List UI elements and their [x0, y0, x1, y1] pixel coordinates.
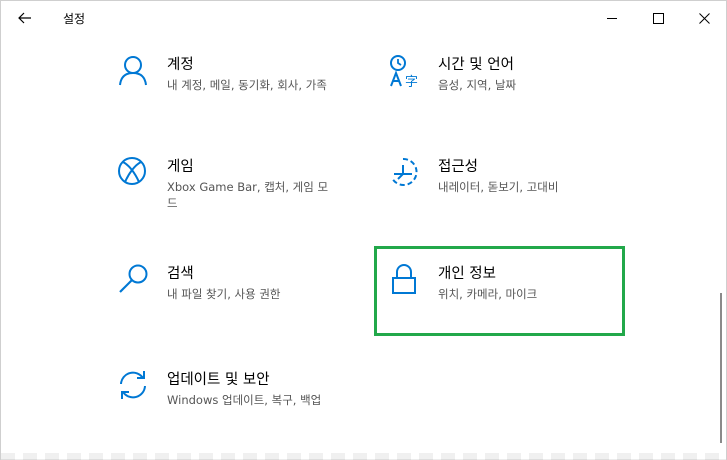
time-language-icon: 字 [390, 55, 418, 90]
tile-title: 게임 [167, 159, 194, 175]
tile-description: Xbox Game Bar, 캡처, 게임 모드 [167, 180, 329, 210]
tile-description: 내 계정, 메일, 동기화, 회사, 가족 [167, 78, 327, 92]
back-button[interactable] [5, 1, 45, 35]
close-icon [698, 12, 710, 24]
person-icon [119, 56, 147, 86]
svg-text:字: 字 [405, 75, 418, 90]
search-icon [119, 264, 148, 293]
settings-window: 설정 계정 내 계정, 메일, 동기화, 회사, 가족 字 시간 및 언어 음성… [0, 0, 727, 460]
ease-of-access-icon [391, 157, 418, 186]
sync-icon [120, 371, 146, 399]
scrollbar-thumb[interactable] [720, 293, 722, 443]
settings-tile-ease-of-access[interactable]: 접근성 내레이터, 돋보기, 고대비 [388, 156, 648, 236]
maximize-button[interactable] [635, 1, 681, 35]
settings-tile-search[interactable]: 검색 내 파일 찾기, 사용 권한 [117, 263, 377, 343]
tile-title: 업데이트 및 보안 [167, 372, 270, 388]
minimize-icon [606, 17, 617, 19]
maximize-icon [652, 12, 664, 24]
tile-title: 계정 [167, 57, 194, 73]
tile-description: 음성, 지역, 날짜 [438, 78, 517, 92]
settings-tile-gaming[interactable]: 게임 Xbox Game Bar, 캡처, 게임 모드 [117, 156, 377, 236]
tile-title: 검색 [167, 266, 194, 282]
settings-tile-update-security[interactable]: 업데이트 및 보안 Windows 업데이트, 복구, 백업 [117, 369, 377, 449]
highlight-box [374, 246, 625, 336]
close-button[interactable] [681, 1, 727, 35]
minimize-button[interactable] [589, 1, 635, 35]
settings-tile-accounts[interactable]: 계정 내 계정, 메일, 동기화, 회사, 가족 [117, 54, 377, 134]
settings-tile-time-language[interactable]: 字 시간 및 언어 음성, 지역, 날짜 [388, 54, 648, 134]
xbox-icon [118, 157, 146, 185]
arrow-left-icon [18, 12, 31, 24]
tile-description: 내 파일 찾기, 사용 권한 [167, 287, 281, 301]
window-title: 설정 [63, 12, 86, 26]
tile-title: 접근성 [438, 159, 479, 175]
tile-description: Windows 업데이트, 복구, 백업 [167, 393, 322, 407]
tile-description: 내레이터, 돋보기, 고대비 [438, 180, 559, 194]
tile-title: 시간 및 언어 [438, 57, 514, 73]
next-row-peek [1, 453, 726, 460]
title-bar: 설정 [1, 1, 726, 35]
